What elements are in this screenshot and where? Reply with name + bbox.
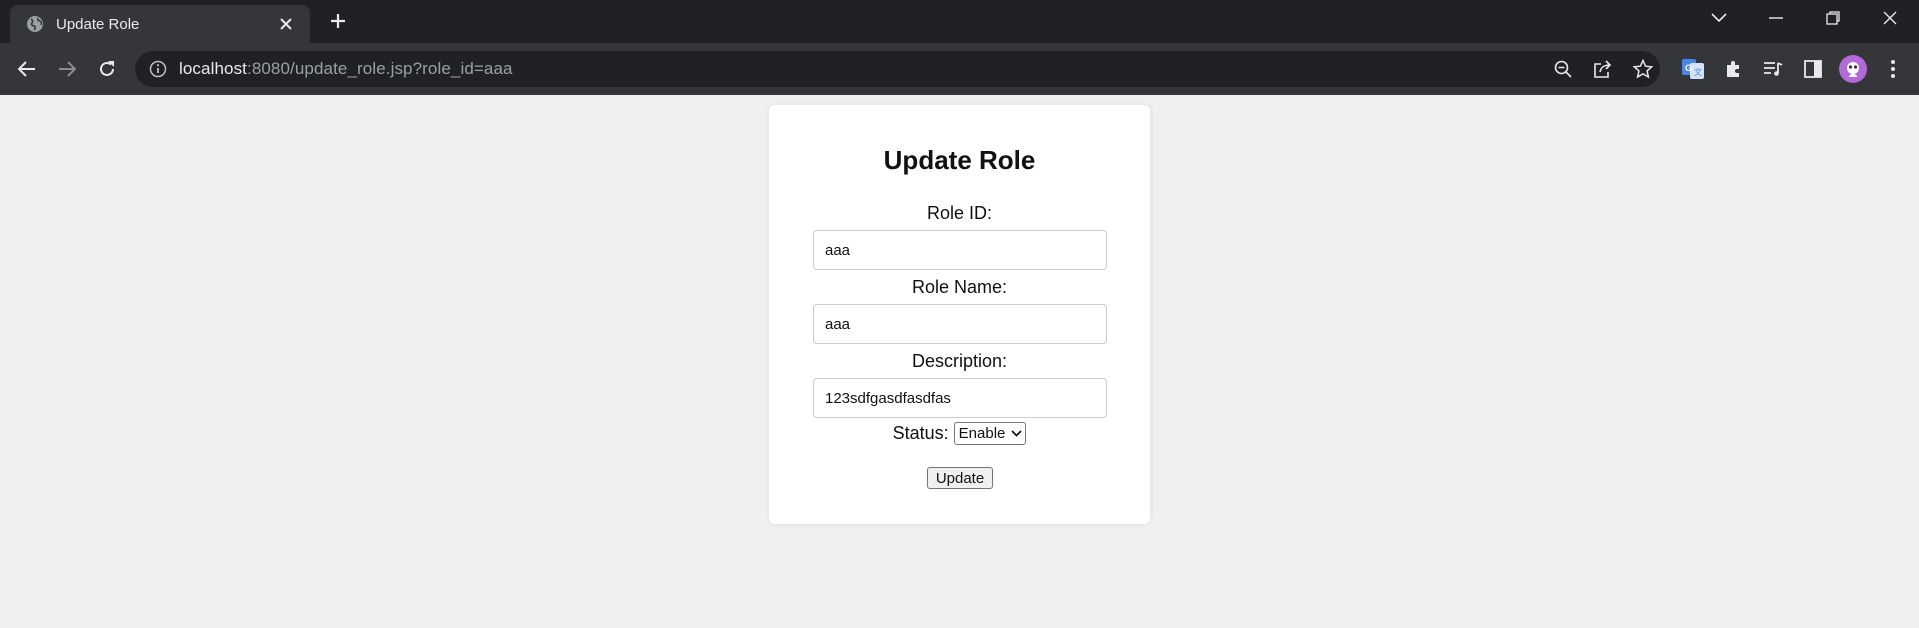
role-name-field[interactable] — [813, 304, 1107, 344]
side-panel-icon[interactable] — [1799, 55, 1827, 83]
update-button[interactable]: Update — [927, 467, 993, 489]
plus-icon[interactable] — [326, 9, 350, 33]
chevron-down-icon — [1011, 430, 1023, 437]
globe-icon — [26, 15, 44, 33]
description-label: Description: — [911, 351, 1008, 371]
status-selected-value: Enable — [958, 425, 1006, 442]
status-label: Status: — [892, 423, 949, 443]
svg-text:文: 文 — [1694, 67, 1702, 77]
minimize-icon[interactable] — [1760, 6, 1792, 30]
description-field[interactable] — [813, 378, 1107, 418]
address-bar[interactable]: localhost:8080/update_role.jsp?role_id=a… — [135, 51, 1660, 87]
zoom-out-icon[interactable] — [1549, 51, 1577, 87]
tab-strip: Update Role — [0, 0, 1919, 43]
more-icon[interactable] — [1879, 55, 1907, 83]
reload-icon[interactable] — [93, 55, 121, 83]
star-icon[interactable] — [1629, 51, 1657, 87]
chevron-down-icon[interactable] — [1703, 6, 1735, 30]
role-id-label: Role ID: — [926, 203, 993, 223]
back-icon[interactable] — [13, 55, 41, 83]
close-icon[interactable] — [274, 12, 298, 36]
close-icon[interactable] — [1874, 6, 1906, 30]
url-host: localhost — [179, 59, 247, 78]
media-icon[interactable] — [1759, 55, 1787, 83]
role-id-field[interactable] — [813, 230, 1107, 270]
forward-icon[interactable] — [53, 55, 81, 83]
role-name-label: Role Name: — [911, 277, 1008, 297]
translate-icon[interactable]: G文 — [1679, 55, 1707, 83]
update-role-form: Update Role Role ID: Role Name: Descript… — [769, 105, 1150, 524]
extensions-icon[interactable] — [1719, 55, 1747, 83]
share-icon[interactable] — [1589, 51, 1617, 87]
tab-title: Update Role — [56, 15, 140, 33]
status-select[interactable]: Enable — [953, 422, 1027, 445]
status-row: Status: Enable — [769, 422, 1150, 445]
url-text[interactable]: localhost:8080/update_role.jsp?role_id=a… — [179, 59, 513, 79]
browser-toolbar: localhost:8080/update_role.jsp?role_id=a… — [0, 43, 1919, 95]
restore-icon[interactable] — [1817, 6, 1849, 30]
tab-update-role[interactable]: Update Role — [10, 5, 310, 43]
url-path: :8080/update_role.jsp?role_id=aaa — [247, 59, 513, 78]
page-title: Update Role — [883, 145, 1036, 175]
svg-text:G: G — [1685, 63, 1692, 73]
avatar[interactable] — [1839, 55, 1867, 83]
info-icon[interactable] — [149, 60, 167, 78]
